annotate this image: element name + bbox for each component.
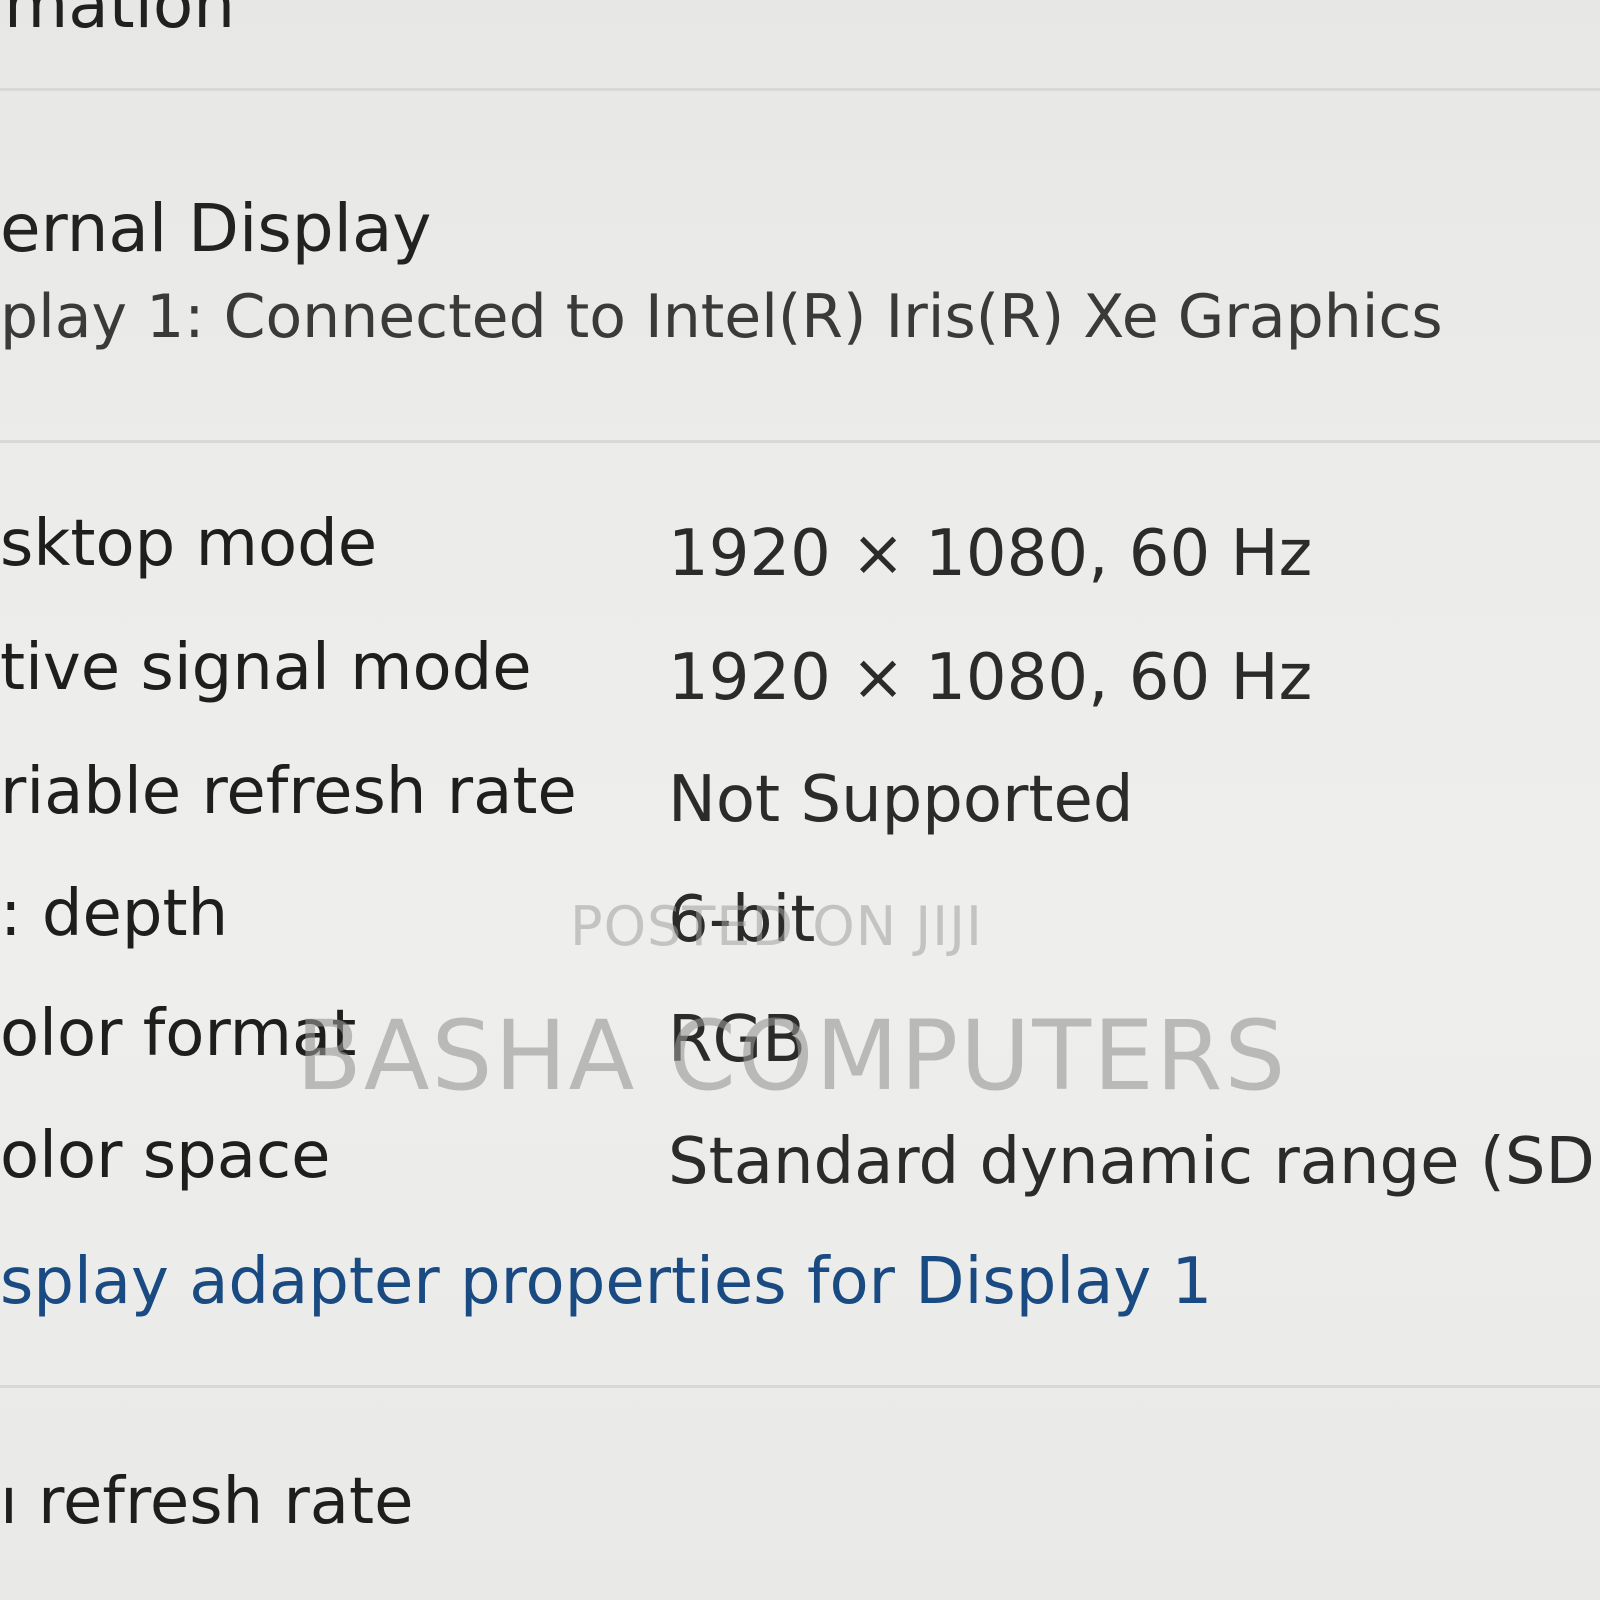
refresh-rate-section-title: ı refresh rate — [0, 1465, 414, 1539]
watermark-posted-on-jiji: POSTED ON JIJI — [570, 895, 983, 958]
property-label-color-space: olor space — [0, 1119, 331, 1193]
property-label-variable-refresh-rate: riable refresh rate — [0, 755, 577, 829]
display-connection-info: play 1: Connected to Intel(R) Iris(R) Xe… — [0, 282, 1443, 352]
display-name: ernal Display — [0, 190, 432, 267]
divider — [0, 440, 1600, 443]
divider — [0, 1385, 1600, 1388]
divider — [0, 88, 1600, 91]
property-value-variable-refresh-rate: Not Supported — [668, 763, 1134, 837]
property-label-active-signal-mode: tive signal mode — [0, 631, 532, 705]
watermark-basha-computers: BASHA COMPUTERS — [296, 1000, 1288, 1112]
display-adapter-properties-link[interactable]: splay adapter properties for Display 1 — [0, 1250, 1212, 1314]
property-label-desktop-mode: sktop mode — [0, 507, 378, 581]
property-value-desktop-mode: 1920 × 1080, 60 Hz — [668, 517, 1313, 591]
display-information-panel: rmation ernal Display play 1: Connected … — [0, 0, 1600, 1600]
section-title: rmation — [0, 0, 236, 43]
property-label-bit-depth: : depth — [0, 877, 229, 951]
property-value-color-space: Standard dynamic range (SDR) — [668, 1125, 1600, 1199]
property-value-active-signal-mode: 1920 × 1080, 60 Hz — [668, 641, 1313, 715]
